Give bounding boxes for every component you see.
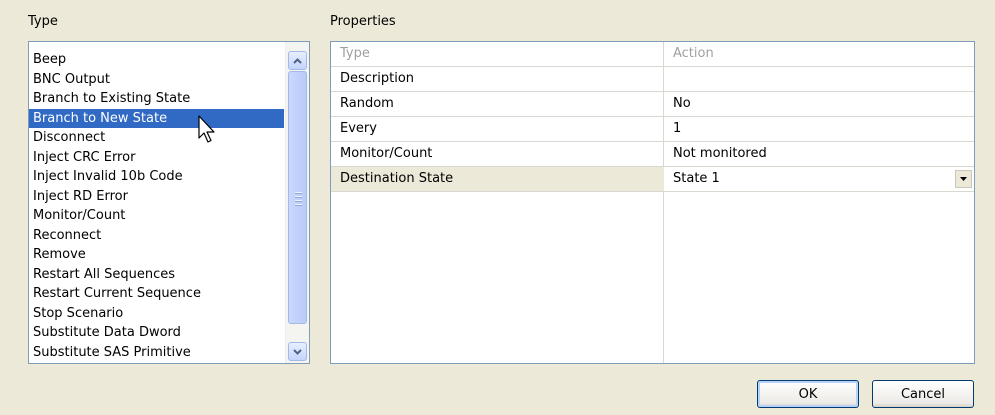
property-row[interactable]: Random No xyxy=(331,92,974,117)
type-list-item[interactable]: Beep xyxy=(29,50,284,70)
property-value[interactable]: No xyxy=(664,92,973,116)
property-name: Description xyxy=(340,71,415,86)
type-list-item[interactable]: Stop Scenario xyxy=(29,304,284,324)
type-list-item[interactable]: BNC Output xyxy=(29,70,284,90)
scrollbar-grip xyxy=(295,192,302,208)
type-list-item[interactable]: Inject RD Error xyxy=(29,187,284,207)
scroll-up-button[interactable] xyxy=(288,51,307,70)
type-list-item[interactable]: Restart Current Sequence xyxy=(29,284,284,304)
type-list-item[interactable]: Disconnect xyxy=(29,128,284,148)
type-list-item[interactable]: Restart All Sequences xyxy=(29,265,284,285)
type-list-item[interactable]: Monitor/Count xyxy=(29,206,284,226)
properties-grid: Type Action Description Random No Every … xyxy=(330,41,975,364)
type-list-item[interactable]: Inject Invalid 10b Code xyxy=(29,167,284,187)
property-row[interactable]: Every 1 xyxy=(331,117,974,142)
chevron-down-icon xyxy=(960,177,967,181)
type-list-item[interactable]: Reconnect xyxy=(29,226,284,246)
property-name: Monitor/Count xyxy=(340,146,433,161)
type-list-item-selected[interactable]: Branch to New State xyxy=(29,108,284,128)
header-action: Action xyxy=(673,46,714,61)
property-value[interactable] xyxy=(664,67,973,91)
destination-state-value[interactable]: State 1 xyxy=(664,167,973,191)
properties-section-label: Properties xyxy=(330,14,396,29)
type-list-item[interactable]: Substitute Data Dword xyxy=(29,323,284,343)
mouse-pointer-icon xyxy=(198,115,215,143)
arrow-up-icon xyxy=(293,57,302,64)
type-list-item[interactable]: Inject CRC Error xyxy=(29,148,284,168)
scroll-down-button[interactable] xyxy=(288,342,307,361)
properties-header-row: Type Action xyxy=(331,42,974,67)
property-value[interactable]: Not monitored xyxy=(664,142,973,166)
header-type: Type xyxy=(340,46,370,61)
property-value[interactable]: 1 xyxy=(664,117,973,141)
ok-button[interactable]: OK xyxy=(757,380,859,408)
type-section-label: Type xyxy=(28,14,58,29)
property-row[interactable]: Monitor/Count Not monitored xyxy=(331,142,974,167)
arrow-down-icon xyxy=(293,348,302,355)
type-list-item[interactable]: Remove xyxy=(29,245,284,265)
property-row-destination-state[interactable]: Destination State State 1 xyxy=(331,167,974,192)
type-list-item[interactable]: Branch to Existing State xyxy=(29,89,284,109)
cancel-button[interactable]: Cancel xyxy=(872,380,974,408)
property-row[interactable]: Description xyxy=(331,67,974,92)
type-list[interactable]: Beep BNC Output Branch to Existing State… xyxy=(28,41,310,364)
property-name: Random xyxy=(340,96,394,111)
property-name: Destination State xyxy=(340,171,454,186)
scrollbar-thumb[interactable] xyxy=(288,71,307,324)
type-list-item[interactable]: Substitute SAS Primitive xyxy=(29,343,284,363)
property-name: Every xyxy=(340,121,377,136)
dropdown-button[interactable] xyxy=(955,170,972,188)
type-list-scrollbar[interactable] xyxy=(285,42,309,363)
